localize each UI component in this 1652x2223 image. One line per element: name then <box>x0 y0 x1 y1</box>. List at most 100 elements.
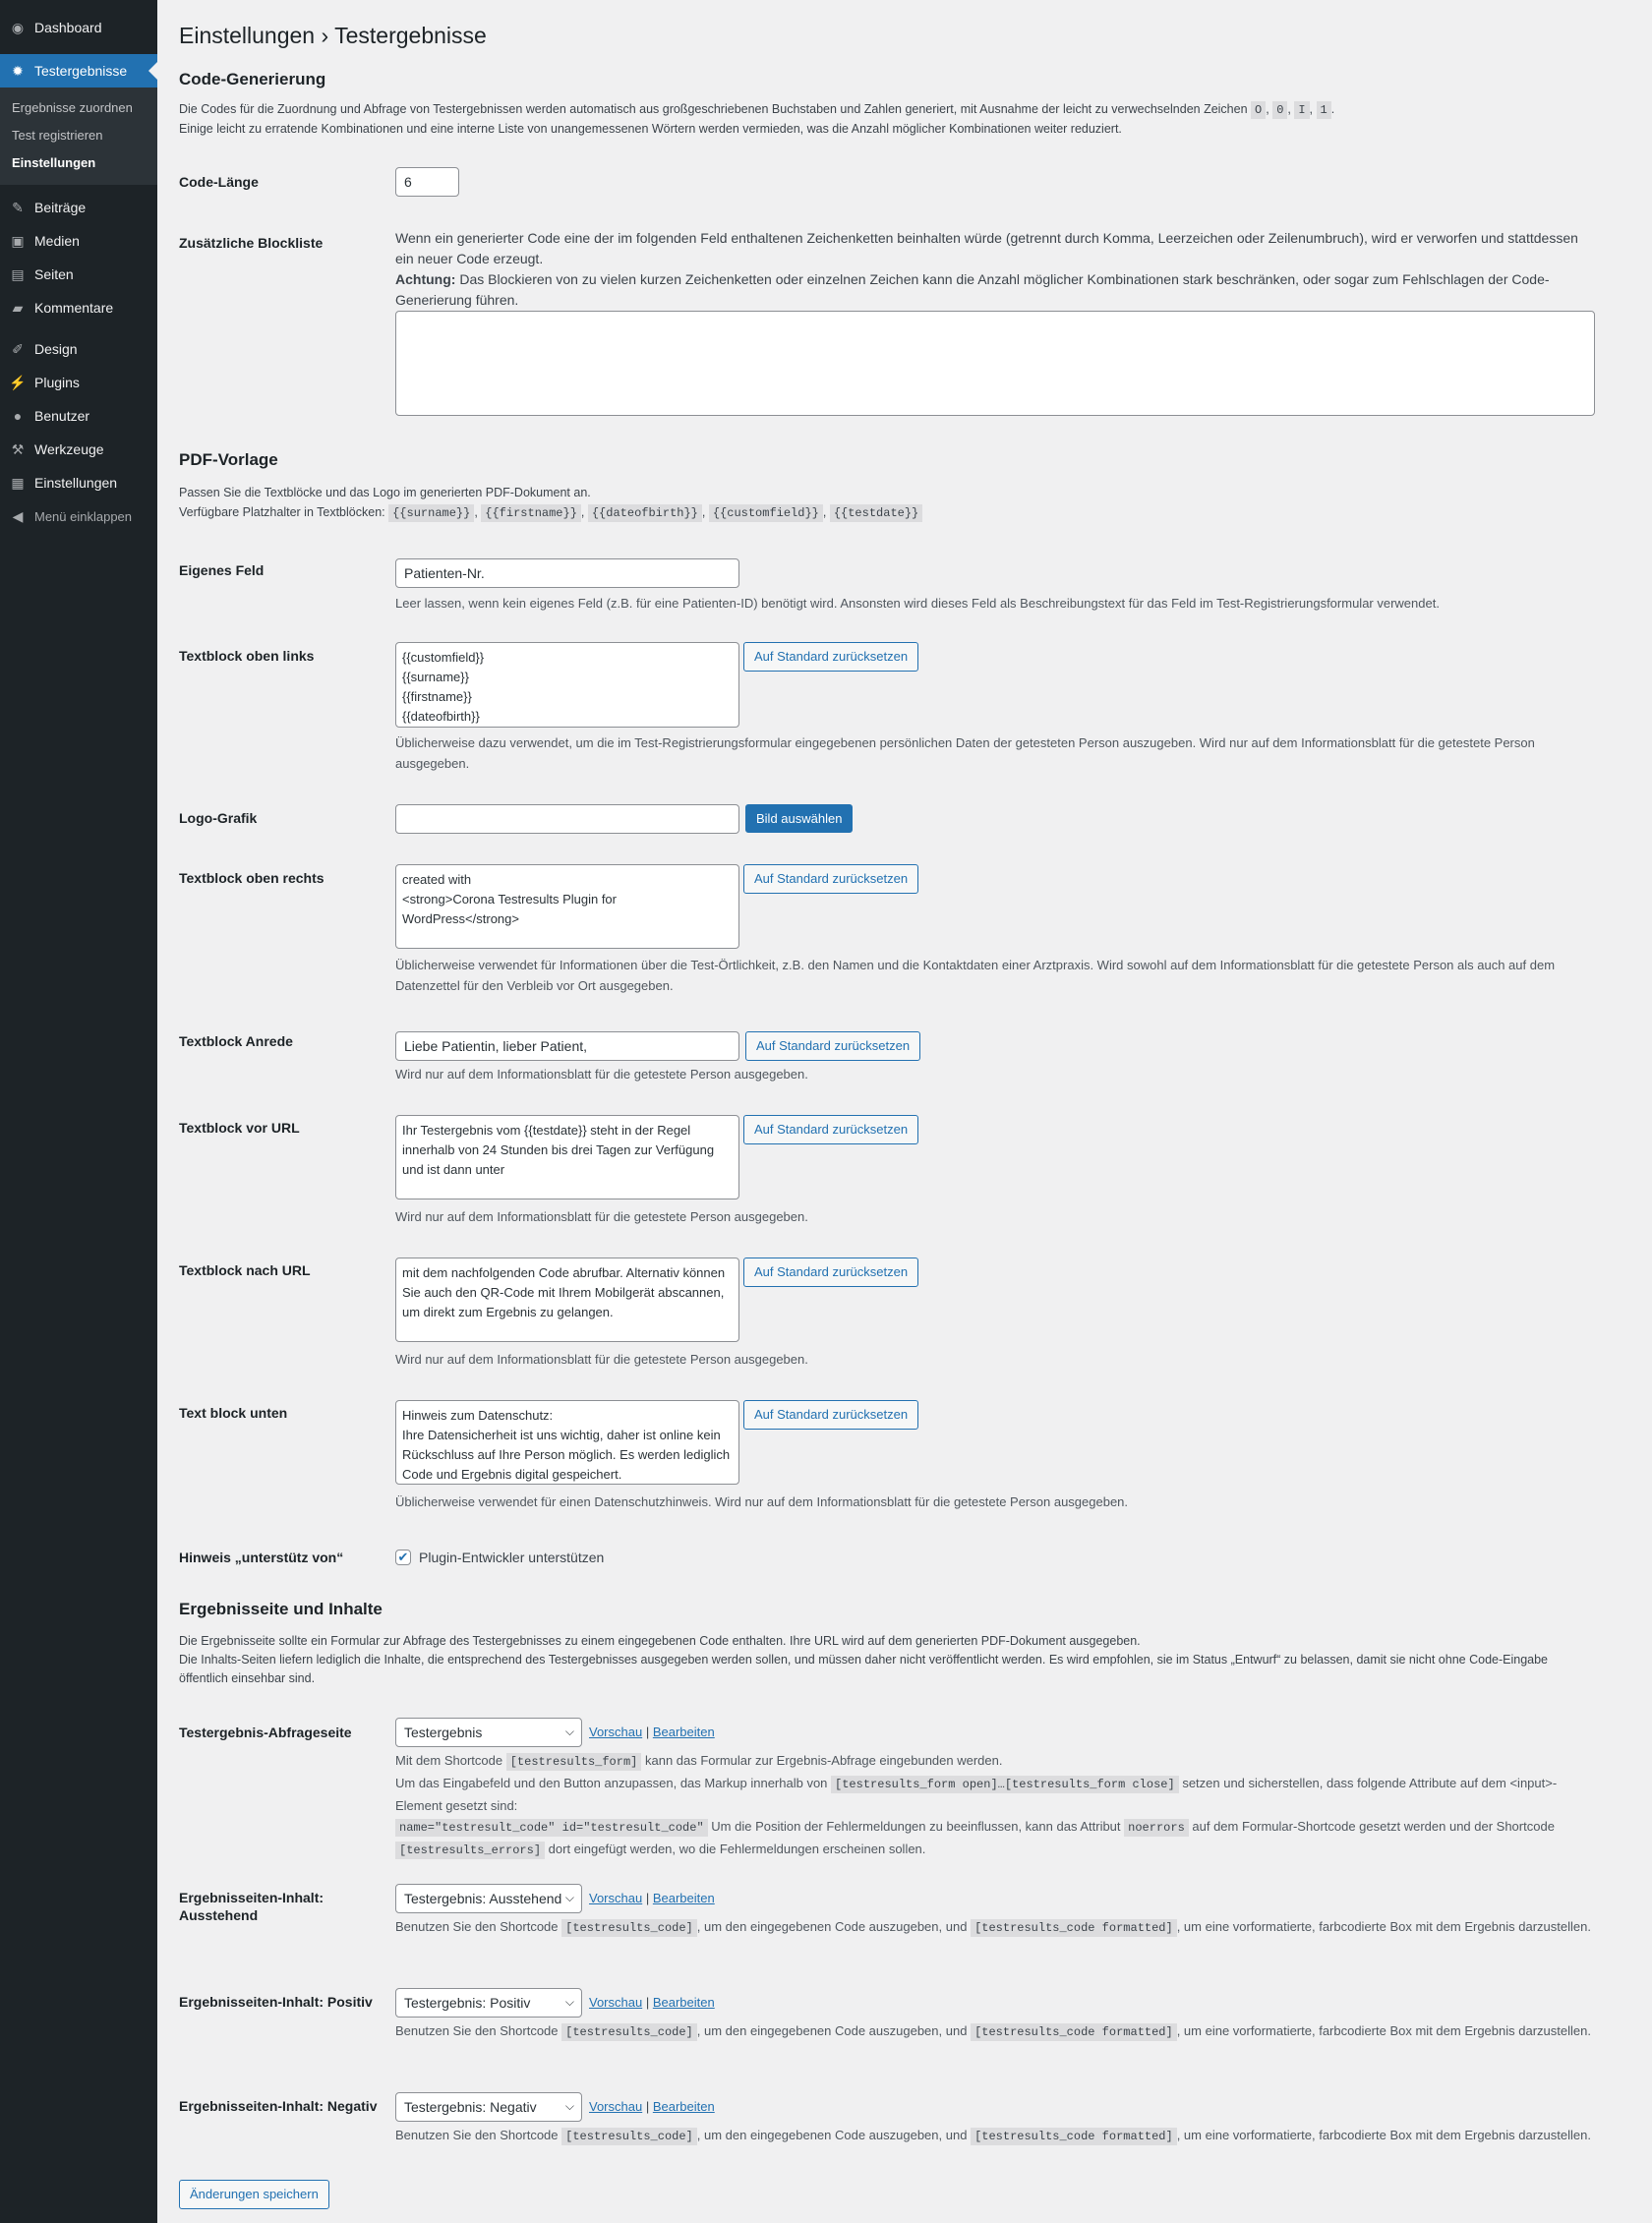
negativ-preview-link[interactable]: Vorschau <box>589 2099 642 2114</box>
negativ-select[interactable]: Testergebnis: Negativ <box>395 2092 582 2122</box>
pages-icon: ▤ <box>11 265 25 282</box>
shortcode: [testresults_code] <box>561 2023 697 2041</box>
select-image-button[interactable]: Bild auswählen <box>745 804 854 833</box>
negativ-edit-link[interactable]: Bearbeiten <box>653 2099 715 2114</box>
ausstehend-select-wrap[interactable]: Testergebnis: Ausstehend ⌵ <box>395 1884 582 1913</box>
save-button[interactable]: Änderungen speichern <box>179 2180 329 2209</box>
submenu-ergebnisse-zuordnen[interactable]: Ergebnisse zuordnen <box>0 94 157 122</box>
dashboard-icon: ◉ <box>11 19 25 35</box>
menu-beitraege[interactable]: ✎ Beiträge <box>0 191 157 224</box>
shortcode: [testresults_form] <box>505 1753 642 1771</box>
menu-kommentare[interactable]: ▰ Kommentare <box>0 291 157 324</box>
menu-plugins[interactable]: ⚡ Plugins <box>0 366 157 399</box>
positiv-help: Benutzen Sie den Shortcode [testresults_… <box>395 2020 1595 2043</box>
custom-field-input[interactable] <box>395 558 739 588</box>
code-desc-text-2: Einige leicht zu erratende Kombinationen… <box>179 122 1122 136</box>
textblock-top-right-wrap: created with <strong>Corona Testresults … <box>395 864 1595 993</box>
nach-url-label: Textblock nach URL <box>179 1262 311 1278</box>
ausstehend-help: Benutzen Sie den Shortcode [testresults_… <box>395 1916 1595 1939</box>
menu-testergebnisse[interactable]: ✹ Testergebnisse <box>0 54 157 88</box>
menu-dashboard[interactable]: ◉ Dashboard <box>0 14 157 41</box>
shortcode: [testresults_code formatted] <box>971 2023 1177 2041</box>
abfrage-edit-link[interactable]: Bearbeiten <box>653 1725 715 1739</box>
menu-werkzeuge[interactable]: ⚒ Werkzeuge <box>0 433 157 466</box>
result-description: Die Ergebnisseite sollte ein Formular zu… <box>179 1632 1595 1688</box>
content-help-text: , um eine vorformatierte, farbcodierte B… <box>1176 1919 1591 1934</box>
abfrage-help-text: Mit dem Shortcode <box>395 1753 503 1768</box>
menu-plugins-label: Plugins <box>34 375 80 390</box>
positiv-edit-link[interactable]: Bearbeiten <box>653 1995 715 2010</box>
pdf-section-header: PDF-Vorlage Passen Sie die Textblöcke un… <box>179 448 1595 523</box>
section-code-heading: Code-Generierung <box>179 70 326 88</box>
negativ-links: Vorschau | Bearbeiten <box>589 2098 715 2116</box>
menu-medien[interactable]: ▣ Medien <box>0 224 157 258</box>
menu-beitraege-label: Beiträge <box>34 200 87 215</box>
blocklist-help: Wenn ein generierter Code eine der im fo… <box>395 228 1595 311</box>
reset-vor-url-button[interactable]: Auf Standard zurücksetzen <box>743 1115 919 1144</box>
ausstehend-edit-link[interactable]: Bearbeiten <box>653 1891 715 1905</box>
code-length-input[interactable] <box>395 167 459 197</box>
pdf-description: Passen Sie die Textblöcke und das Logo i… <box>179 483 1595 523</box>
ausstehend-label: Ergebnisseiten-Inhalt: Ausstehend <box>179 1890 324 1923</box>
reset-unten-button[interactable]: Auf Standard zurücksetzen <box>743 1400 919 1430</box>
textblock-top-left-textarea[interactable]: {{customfield}} {{surname}} {{firstname}… <box>395 642 739 728</box>
abfrage-select[interactable]: Testergebnis <box>395 1718 582 1747</box>
support-checkbox[interactable]: ✔ <box>395 1550 411 1565</box>
anrede-input[interactable] <box>395 1031 739 1061</box>
char-code: 1 <box>1316 101 1331 119</box>
shortcode: [testresults_errors] <box>395 1842 546 1859</box>
submenu-einstellungen[interactable]: Einstellungen <box>0 149 157 177</box>
custom-field-wrap: Leer lassen, wenn kein eigenes Feld (z.B… <box>395 558 1595 611</box>
submenu-test-registrieren[interactable]: Test registrieren <box>0 122 157 149</box>
vor-url-textarea[interactable]: Ihr Testergebnis vom {{testdate}} steht … <box>395 1115 739 1199</box>
content-help-text: Benutzen Sie den Shortcode <box>395 1919 559 1934</box>
positiv-preview-link[interactable]: Vorschau <box>589 1995 642 2010</box>
nach-url-help: Wird nur auf dem Informationsblatt für d… <box>395 1352 808 1367</box>
menu-collapse-label: Menü einklappen <box>34 508 133 524</box>
section-result-heading: Ergebnisseite und Inhalte <box>179 1600 383 1618</box>
shortcode: noerrors <box>1124 1819 1189 1837</box>
wrench-icon: ⚒ <box>11 440 25 457</box>
textblock-top-right-label: Textblock oben rechts <box>179 870 324 886</box>
menu-seiten[interactable]: ▤ Seiten <box>0 258 157 291</box>
reset-top-right-button[interactable]: Auf Standard zurücksetzen <box>743 864 919 894</box>
content-help-text: Benutzen Sie den Shortcode <box>395 2128 559 2142</box>
positiv-select[interactable]: Testergebnis: Positiv <box>395 1988 582 2018</box>
reset-top-left-button[interactable]: Auf Standard zurücksetzen <box>743 642 919 672</box>
section-pdf-heading: PDF-Vorlage <box>179 450 278 469</box>
unten-help: Üblicherweise verwendet für einen Datens… <box>395 1494 1129 1509</box>
menu-einstellungen[interactable]: ▦ Einstellungen <box>0 466 157 499</box>
abfrage-select-wrap[interactable]: Testergebnis ⌵ <box>395 1718 582 1747</box>
result-section-header: Ergebnisseite und Inhalte Die Ergebnisse… <box>179 1598 1595 1688</box>
menu-collapse[interactable]: ◀ Menü einklappen <box>0 499 157 533</box>
link-separator: | <box>645 1891 650 1905</box>
reset-nach-url-button[interactable]: Auf Standard zurücksetzen <box>743 1258 919 1287</box>
collapse-icon: ◀ <box>12 507 24 524</box>
pdf-desc-text: Passen Sie die Textblöcke und das Logo i… <box>179 486 591 499</box>
negativ-select-wrap[interactable]: Testergebnis: Negativ ⌵ <box>395 2092 582 2122</box>
shortcode: [testresults_code formatted] <box>971 1919 1177 1937</box>
nach-url-textarea[interactable]: mit dem nachfolgenden Code abrufbar. Alt… <box>395 1258 739 1342</box>
unten-textarea[interactable]: Hinweis zum Datenschutz: Ihre Datensiche… <box>395 1400 739 1485</box>
menu-benutzer[interactable]: ● Benutzer <box>0 399 157 433</box>
placeholder-code: {{testdate}} <box>829 504 923 522</box>
code-description: Die Codes für die Zuordnung und Abfrage … <box>179 101 1335 136</box>
char-code: O <box>1251 101 1267 119</box>
code-length-label: Code-Länge <box>179 174 259 190</box>
abfrage-preview-link[interactable]: Vorschau <box>589 1725 642 1739</box>
blocklist-textarea[interactable] <box>395 311 1595 416</box>
menu-design[interactable]: ✐ Design <box>0 332 157 366</box>
ausstehend-select[interactable]: Testergebnis: Ausstehend <box>395 1884 582 1913</box>
shortcode: [testresults_code] <box>561 2128 697 2145</box>
textblock-top-right-help: Üblicherweise verwendet für Informatione… <box>395 958 1556 993</box>
ausstehend-links: Vorschau | Bearbeiten <box>589 1890 715 1907</box>
ausstehend-preview-link[interactable]: Vorschau <box>589 1891 642 1905</box>
logo-input[interactable] <box>395 804 739 834</box>
link-separator: | <box>645 1725 650 1739</box>
reset-anrede-button[interactable]: Auf Standard zurücksetzen <box>745 1031 921 1061</box>
positiv-select-wrap[interactable]: Testergebnis: Positiv ⌵ <box>395 1988 582 2018</box>
positiv-links: Vorschau | Bearbeiten <box>589 1994 715 2012</box>
textblock-top-right-textarea[interactable]: created with <strong>Corona Testresults … <box>395 864 739 949</box>
user-icon: ● <box>13 408 23 424</box>
support-checkbox-wrap[interactable]: ✔ Plugin-Entwickler unterstützen <box>395 1550 604 1565</box>
